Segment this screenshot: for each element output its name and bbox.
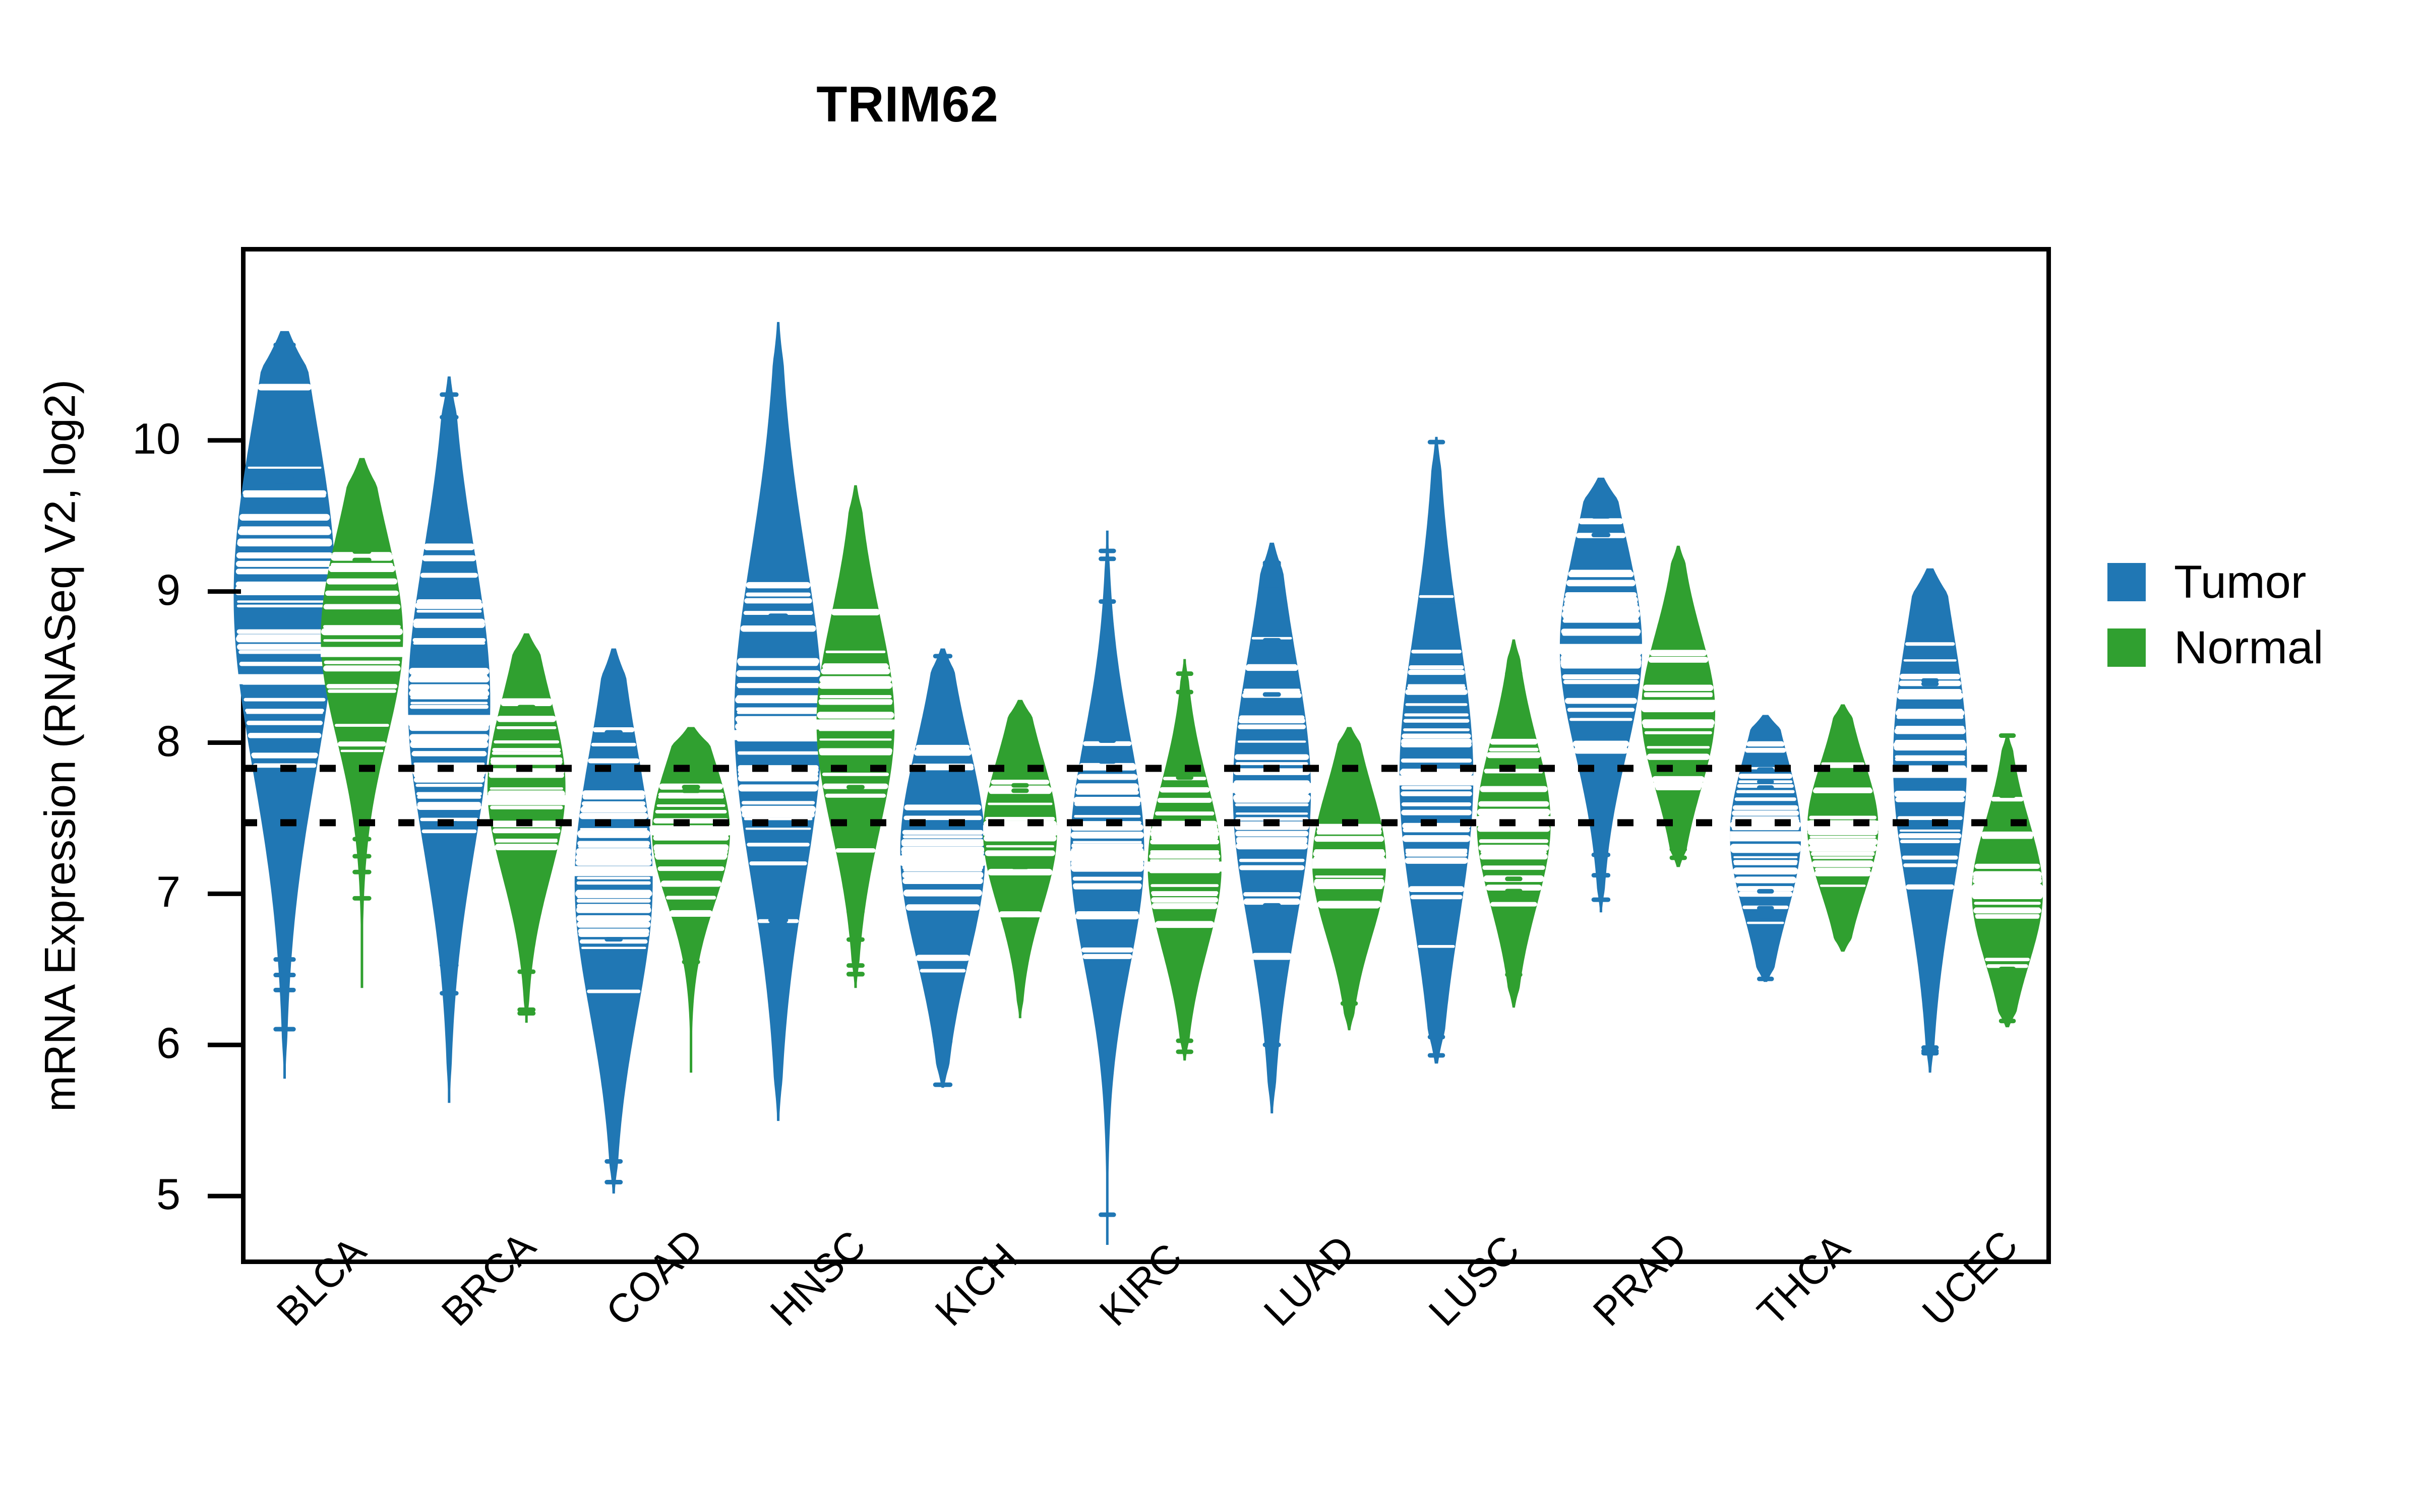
plot-graphics [208,322,2051,1245]
legend-item-tumor[interactable]: Tumor [2107,549,2323,615]
legend: Tumor Normal [2107,549,2323,680]
legend-item-normal[interactable]: Normal [2107,615,2323,680]
y-axis-tick-label: 6 [156,1019,180,1068]
y-axis-tick-label: 9 [156,565,180,614]
legend-label: Normal [2174,622,2324,673]
legend-swatch-icon [2107,628,2146,667]
y-axis-tick-label: 10 [132,414,180,463]
legend-label: Tumor [2174,556,2307,608]
y-axis-tick-label: 5 [156,1170,180,1219]
y-axis-tick-label: 8 [156,717,180,766]
y-axis-tick-label: 7 [156,868,180,917]
chart-canvas: TRIM62 mRNA Expression (RNASeq V2, log2)… [0,0,2420,1512]
legend-swatch-icon [2107,563,2146,601]
